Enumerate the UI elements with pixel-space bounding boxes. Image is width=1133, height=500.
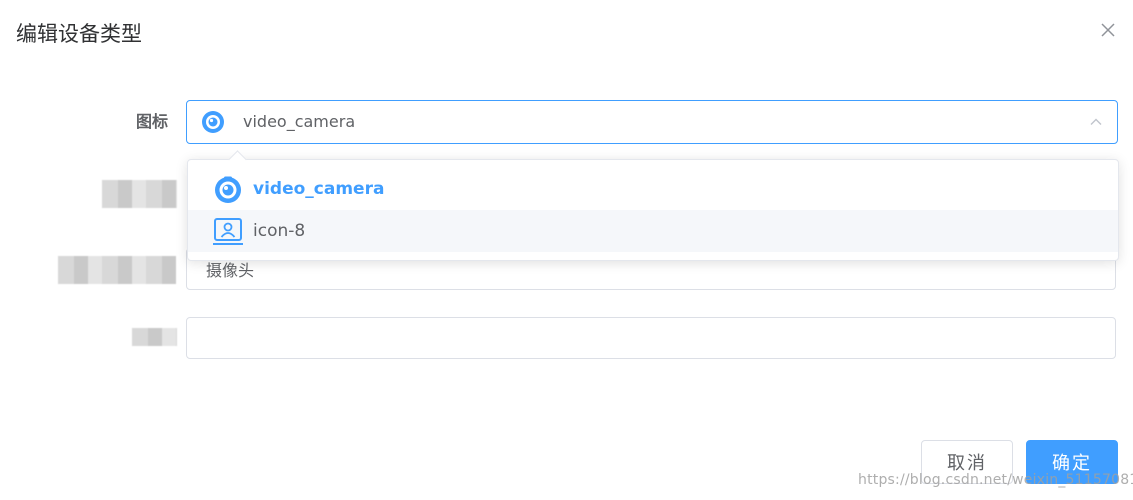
option-label: icon-8 (253, 221, 306, 241)
blurred-name-label (58, 256, 176, 284)
user-badge-icon (213, 218, 243, 245)
icon-select-value: video_camera (243, 112, 356, 131)
icon-select-dropdown: video_camera icon-8 (187, 150, 1119, 261)
blurred-last-label (132, 328, 177, 346)
option-label: video_camera (253, 179, 385, 199)
close-icon (1101, 23, 1115, 37)
dropdown-caret (228, 150, 247, 169)
dialog-title: 编辑设备类型 (16, 22, 142, 46)
blurred-field-label (102, 180, 177, 208)
option-icon-8[interactable]: icon-8 (188, 210, 1118, 252)
icon-field-label: 图标 (136, 112, 169, 131)
video-camera-icon (215, 176, 241, 203)
close-button[interactable] (1098, 20, 1118, 40)
icon-select[interactable]: video_camera (186, 100, 1118, 144)
last-field-input[interactable] (186, 317, 1116, 359)
video-camera-icon (202, 111, 224, 133)
watermark: https://blog.csdn.net/weixin_51157081 (858, 472, 1133, 488)
option-video-camera[interactable]: video_camera (188, 168, 1118, 210)
chevron-up-icon (1090, 118, 1102, 125)
